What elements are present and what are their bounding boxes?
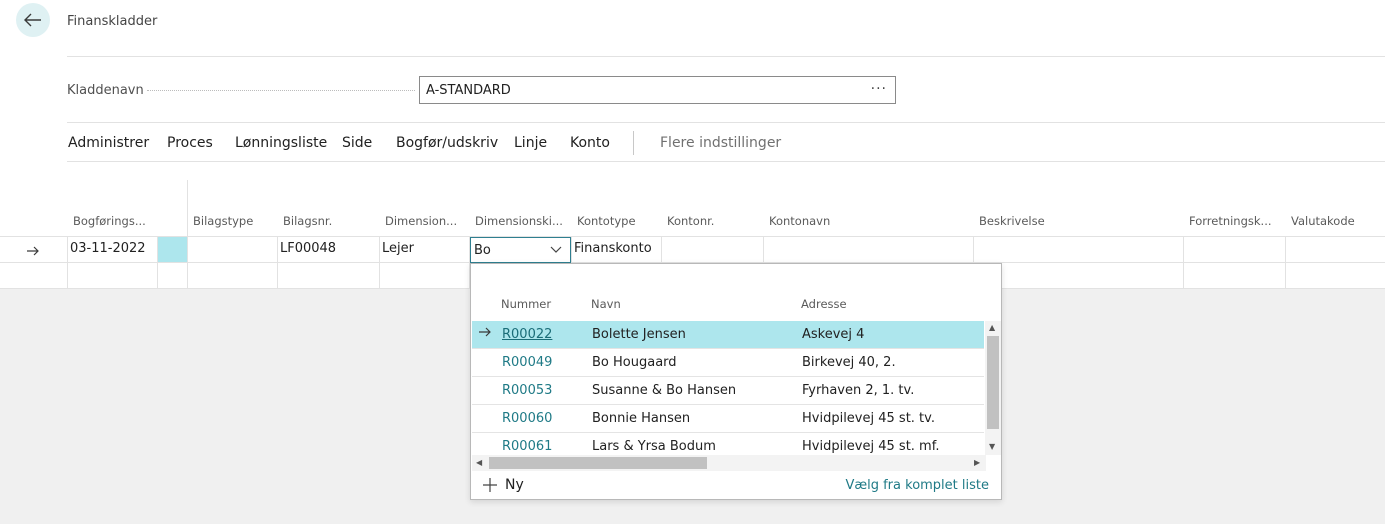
column-header-description[interactable]: Beskrivelse (979, 214, 1045, 228)
lookup-row-number[interactable]: R00061 (502, 439, 552, 454)
vertical-scroll-thumb[interactable] (987, 336, 999, 429)
action-bogfoer-udskriv[interactable]: Bogfør/udskriv (396, 135, 498, 151)
arrow-right-icon (479, 327, 491, 337)
lookup-row[interactable]: R00022 Bolette Jensen Askevej 4 (472, 321, 984, 349)
new-button-label: Ny (505, 477, 524, 493)
cell-highlight[interactable] (158, 237, 187, 262)
grid-column-line (1183, 237, 1184, 288)
lookup-header-number[interactable]: Nummer (501, 297, 551, 311)
column-header-posting-date[interactable]: Bogførings... (73, 214, 146, 228)
scroll-left-icon[interactable]: ◀ (476, 458, 482, 467)
vertical-scrollbar[interactable]: ▲ ▼ (985, 321, 1001, 455)
journal-name-leader (147, 90, 415, 91)
column-header-account-type[interactable]: Kontotype (577, 214, 636, 228)
lookup-row-number[interactable]: R00049 (502, 355, 552, 370)
lookup-row-address: Askevej 4 (802, 327, 865, 342)
section-divider (67, 122, 1385, 123)
grid-row-line (0, 236, 1385, 237)
lookup-header-address[interactable]: Adresse (801, 297, 847, 311)
chevron-down-icon[interactable] (550, 243, 562, 255)
lookup-row-address: Hvidpilevej 45 st. tv. (802, 411, 935, 426)
frozen-column-divider (187, 180, 188, 236)
arrow-left-icon (24, 13, 41, 27)
column-header-document-type[interactable]: Bilagstype (193, 214, 253, 228)
action-loenningsliste[interactable]: Lønningsliste (235, 135, 327, 151)
column-header-business-unit[interactable]: Forretningsk... (1189, 214, 1272, 228)
lookup-row-name: Lars & Yrsa Bodum (592, 439, 716, 454)
dimension-code-input[interactable]: Bo (470, 237, 571, 263)
new-button[interactable]: Ny (483, 477, 524, 493)
horizontal-scrollbar[interactable]: ◀ ▶ (472, 455, 986, 471)
scroll-up-icon[interactable]: ▲ (989, 323, 995, 332)
grid-column-line (67, 237, 68, 288)
lookup-row-number[interactable]: R00053 (502, 383, 552, 398)
column-header-dimension-code[interactable]: Dimensionski... (475, 214, 563, 228)
journal-name-label: Kladdenavn (67, 83, 144, 98)
dimension-code-value: Bo (474, 242, 491, 258)
column-header-account-no[interactable]: Kontonr. (667, 214, 714, 228)
page-title: Finanskladder (67, 14, 158, 29)
more-options-icon[interactable]: ··· (871, 81, 887, 97)
back-button[interactable] (16, 3, 50, 37)
action-proces[interactable]: Proces (167, 135, 213, 151)
lookup-row[interactable]: R00060 Bonnie Hansen Hvidpilevej 45 st. … (472, 405, 984, 433)
lookup-row-name: Bolette Jensen (592, 327, 686, 342)
header-divider (67, 56, 1385, 57)
column-header-currency-code[interactable]: Valutakode (1291, 214, 1355, 228)
grid-column-line (277, 237, 278, 288)
action-linje[interactable]: Linje (514, 135, 547, 151)
grid-column-line (1285, 237, 1286, 288)
lookup-row[interactable]: R00061 Lars & Yrsa Bodum Hvidpilevej 45 … (472, 433, 984, 455)
scroll-right-icon[interactable]: ▶ (974, 458, 980, 467)
cell-posting-date[interactable]: 03-11-2022 (70, 241, 146, 256)
action-separator (633, 131, 634, 155)
select-from-full-list-link[interactable]: Vælg fra komplet liste (845, 478, 989, 493)
lookup-row[interactable]: R00053 Susanne & Bo Hansen Fyrhaven 2, 1… (472, 377, 984, 405)
grid-column-line (187, 237, 188, 288)
cell-account-type[interactable]: Finanskonto (574, 241, 652, 256)
lookup-row-address: Hvidpilevej 45 st. mf. (802, 439, 940, 454)
lookup-row-name: Bo Hougaard (592, 355, 677, 370)
lookup-row-address: Birkevej 40, 2. (802, 355, 896, 370)
journal-name-field[interactable]: A-STANDARD ··· (419, 76, 896, 104)
lookup-row-name: Bonnie Hansen (592, 411, 691, 426)
action-side[interactable]: Side (342, 135, 372, 151)
action-more-options[interactable]: Flere indstillinger (660, 135, 781, 151)
lookup-row[interactable]: R00049 Bo Hougaard Birkevej 40, 2. (472, 349, 984, 377)
action-administrer[interactable]: Administrer (68, 135, 149, 151)
scroll-down-icon[interactable]: ▼ (989, 442, 995, 451)
grid-column-line (379, 237, 380, 288)
plus-icon (483, 478, 497, 492)
cell-dimension[interactable]: Lejer (382, 241, 414, 256)
column-header-dimension[interactable]: Dimension... (385, 214, 457, 228)
lookup-row-number[interactable]: R00022 (502, 327, 552, 342)
action-konto[interactable]: Konto (570, 135, 610, 151)
lookup-row-number[interactable]: R00060 (502, 411, 552, 426)
column-header-account-name[interactable]: Kontonavn (769, 214, 830, 228)
cell-document-no[interactable]: LF00048 (280, 241, 336, 256)
row-indicator-arrow-right-icon (26, 242, 40, 261)
journal-name-value: A-STANDARD (426, 82, 511, 98)
action-bar-divider (67, 161, 1385, 162)
lookup-header-name[interactable]: Navn (591, 297, 621, 311)
column-header-document-no[interactable]: Bilagsnr. (283, 214, 332, 228)
dimension-lookup-dropdown: Nummer Navn Adresse R00022 Bolette Jense… (470, 263, 1002, 500)
lookup-row-address: Fyrhaven 2, 1. tv. (802, 383, 915, 398)
horizontal-scroll-thumb[interactable] (489, 457, 707, 469)
lookup-row-name: Susanne & Bo Hansen (592, 383, 737, 398)
